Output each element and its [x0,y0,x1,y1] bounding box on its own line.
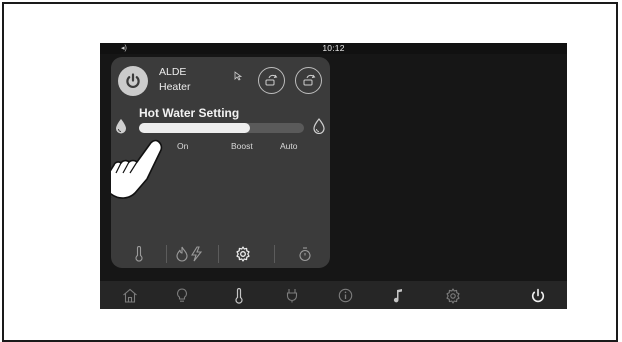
settings-icon [446,288,460,304]
water-drop-icon[interactable] [114,118,128,134]
timer-icon [299,247,311,262]
music-icon [393,289,402,303]
device-name: Heater [159,81,191,93]
heater-swap-icon [265,74,278,86]
thermometer-icon [135,246,143,262]
plug-icon [286,289,298,303]
light-bulb-icon [177,288,187,302]
hot-water-title: Hot Water Setting [139,106,240,120]
bottom-navigation-bar [100,281,567,309]
pointing-hand-icon [111,139,163,199]
hot-water-slider[interactable] [139,123,304,133]
tab-separator [166,245,167,263]
thermometer-icon [235,288,243,304]
heater-power-button[interactable] [118,66,148,96]
gear-icon [236,246,250,262]
hot-water-slider-fill [139,123,250,133]
cursor-icon [234,71,242,81]
option-on[interactable]: On [177,141,188,151]
heater-swap-button[interactable] [258,67,285,94]
power-icon [531,288,545,303]
panel-tab-bar [111,240,330,268]
option-boost[interactable]: Boost [231,141,253,151]
status-time: 10:12 [322,43,345,53]
heater-swap-alt-icon [303,74,316,86]
heater-panel: ALDE Heater Hot Water Setting On Boost A… [111,57,330,268]
device-brand: ALDE [159,66,187,78]
power-icon [126,73,140,88]
info-icon [338,288,353,303]
home-icon [123,288,137,303]
flame-electric-icon [176,246,203,262]
tab-separator [218,245,219,263]
heater-swap-alt-button[interactable] [295,67,322,94]
head-unit-screen: ◂) 10:12 ALDE Heater Hot Water Setting O… [100,43,567,309]
tab-separator [274,245,275,263]
option-auto[interactable]: Auto [280,141,298,151]
status-bar: ◂) 10:12 [100,43,567,54]
water-drop-full-icon[interactable] [312,118,326,134]
